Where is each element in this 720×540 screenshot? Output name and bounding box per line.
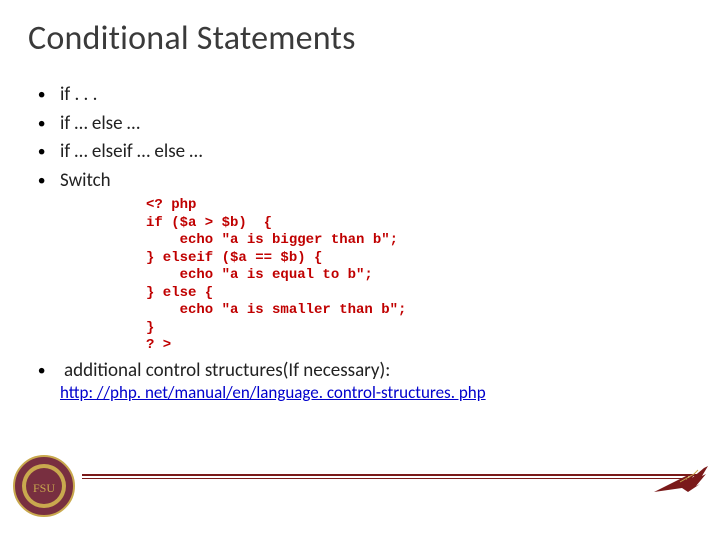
bullet-item: if … elseif … else … (60, 138, 692, 167)
lower-bullet-list: additional control structures(If necessa… (28, 359, 692, 382)
svg-text:FSU: FSU (33, 481, 55, 495)
slide: Conditional Statements if . . . if … els… (0, 0, 720, 540)
bullet-item: Switch (60, 167, 692, 196)
bullet-item: if … else … (60, 110, 692, 139)
slide-title: Conditional Statements (28, 18, 692, 59)
bullet-item-additional: additional control structures(If necessa… (38, 359, 692, 382)
code-block: <? php if ($a > $b) { echo "a is bigger … (28, 197, 692, 355)
fsu-seal-icon: FSU (12, 454, 76, 518)
reference-link[interactable]: http: //php. net/manual/en/language. con… (28, 382, 486, 403)
spear-icon (652, 462, 710, 500)
bullet-item: if . . . (60, 81, 692, 110)
bullet-list: if . . . if … else … if … elseif … else … (28, 81, 692, 195)
footer-divider (82, 474, 698, 478)
